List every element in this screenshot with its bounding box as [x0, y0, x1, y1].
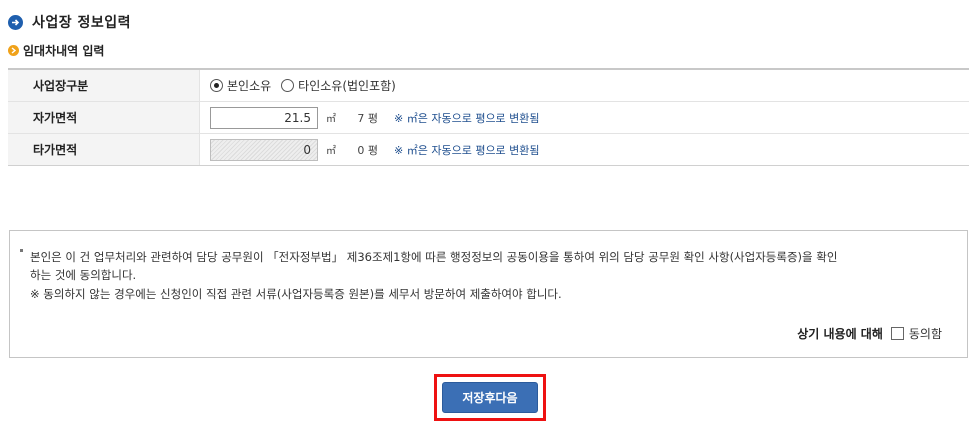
note-prefix: ※ ㎡은	[394, 111, 428, 125]
own-area-note: ※ ㎡은 자동으로 평으로 변환됨	[394, 110, 540, 126]
consent-box: 본인은 이 건 업무처리와 관련하여 담당 공무원이 「전자정부법」 제36조제…	[9, 230, 968, 358]
other-area-unit: ㎡	[326, 146, 336, 157]
business-type-label: 사업장구분	[8, 70, 200, 101]
radio-other[interactable]: 타인소유(법인포함)	[281, 77, 396, 94]
save-button-highlight: 저장후다음	[434, 374, 546, 421]
other-area-note: ※ ㎡은 자동으로 평으로 변환됨	[394, 142, 540, 158]
radio-own-label[interactable]: 본인소유	[227, 77, 271, 94]
radio-own-circle[interactable]	[210, 79, 223, 92]
radio-other-circle[interactable]	[281, 79, 295, 92]
section-title-text: 임대차내역 입력	[23, 44, 105, 58]
own-area-row: 자가면적 ㎡ 7 평 ※ ㎡은 자동으로 평으로 변환됨	[8, 102, 969, 134]
note-prefix: ※ ㎡은	[394, 143, 428, 157]
lease-form-table: 사업장구분 본인소유 타인소유(법인포함) 자가면적 ㎡ 7 평 ※ ㎡은 자동…	[8, 68, 969, 166]
business-type-row: 사업장구분 본인소유 타인소유(법인포함)	[8, 70, 969, 102]
arrow-right-circle-icon	[8, 14, 23, 30]
radio-own[interactable]: 본인소유	[210, 77, 271, 94]
note-text: 자동으로 평으로 변환됨	[431, 111, 540, 125]
other-area-row: 타가면적 ㎡ 0 평 ※ ㎡은 자동으로 평으로 변환됨	[8, 134, 969, 165]
arrow-bullet-icon	[8, 45, 19, 56]
page-title-text: 사업장 정보입력	[32, 15, 132, 31]
consent-warning: ※ 동의하지 않는 경우에는 신청인이 직접 관련 서류(사업자등록증 원본)를…	[30, 287, 562, 301]
agree-row: 상기 내용에 대해 동의함	[797, 325, 942, 342]
own-area-unit: ㎡	[326, 114, 336, 125]
own-area-input[interactable]	[210, 106, 318, 129]
other-area-label: 타가면적	[8, 134, 200, 165]
consent-text-line1: 본인은 이 건 업무처리와 관련하여 담당 공무원이 「전자정부법」 제36조제…	[30, 250, 838, 264]
other-area-pyeong: 0 평	[357, 143, 378, 157]
agree-checkbox-label[interactable]: 동의함	[909, 325, 942, 342]
consent-text-line2: 하는 것에 동의합니다.	[30, 268, 137, 282]
bullet-icon	[20, 249, 23, 252]
own-area-pyeong: 7 평	[357, 111, 378, 125]
section-title: 임대차내역 입력	[8, 42, 104, 59]
agree-checkbox[interactable]	[890, 327, 904, 340]
own-area-label: 자가면적	[8, 102, 200, 133]
agree-label: 상기 내용에 대해	[797, 327, 883, 341]
other-area-input	[210, 138, 318, 161]
radio-other-label[interactable]: 타인소유(법인포함)	[298, 77, 396, 94]
page-title: 사업장 정보입력	[8, 12, 131, 32]
note-text: 자동으로 평으로 변환됨	[431, 143, 540, 157]
save-next-button[interactable]: 저장후다음	[442, 382, 538, 413]
